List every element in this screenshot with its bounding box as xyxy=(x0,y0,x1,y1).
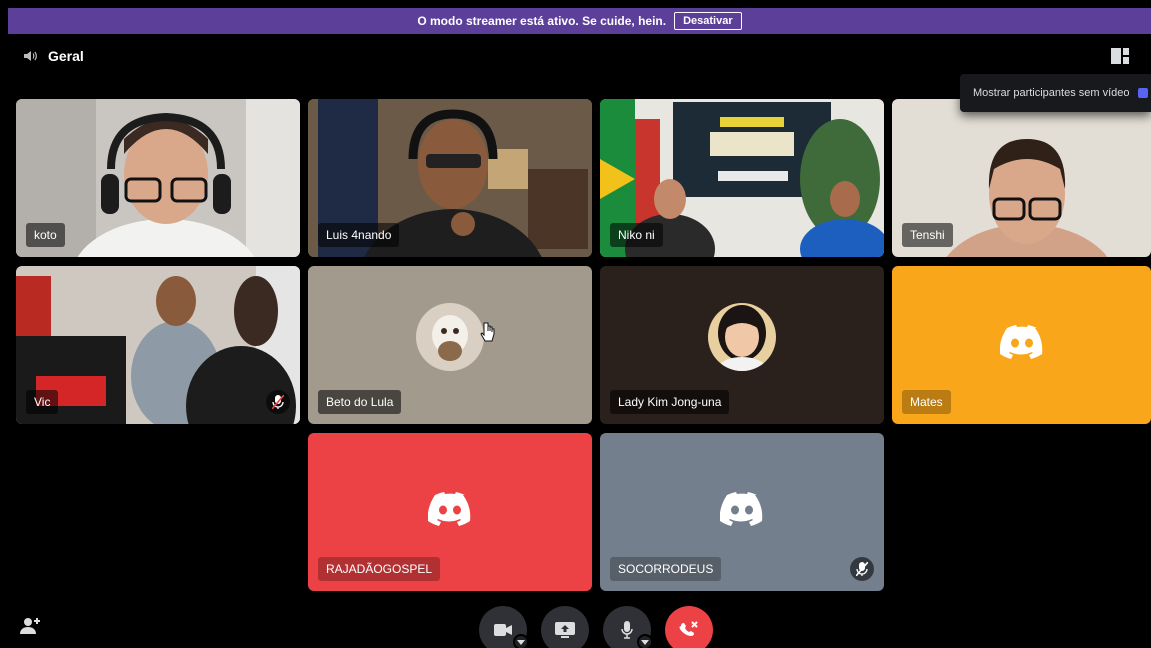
participant-tile-socorrodeus[interactable]: SOCORRODEUS xyxy=(600,433,884,591)
microphone-icon xyxy=(621,621,633,639)
muted-icon xyxy=(850,557,874,581)
deactivate-streamer-button[interactable]: Desativar xyxy=(674,12,742,30)
video-feed-vic xyxy=(16,266,300,424)
participant-name: koto xyxy=(26,223,65,247)
participant-tile-koto[interactable]: koto xyxy=(16,99,300,257)
invite-user-icon[interactable] xyxy=(20,616,42,636)
discord-logo-icon xyxy=(720,492,763,526)
tooltip-text: Mostrar participantes sem vídeo xyxy=(973,87,1130,99)
participant-name: Luis 4nando xyxy=(318,223,400,247)
camera-button[interactable] xyxy=(479,606,529,648)
participant-tile-vic[interactable]: Vic xyxy=(16,266,300,424)
screen-share-icon xyxy=(555,622,575,638)
disconnect-button[interactable] xyxy=(665,606,713,648)
participant-name: SOCORRODEUS xyxy=(610,557,722,581)
participant-tile-niko-ni[interactable]: Niko ni xyxy=(600,99,884,257)
avatar-beto xyxy=(416,303,484,371)
participant-name: RAJADÃOGOSPEL xyxy=(318,557,441,581)
muted-icon xyxy=(266,390,290,414)
participant-name: Beto do Lula xyxy=(318,390,402,414)
participant-tile-mates[interactable]: Mates xyxy=(892,266,1151,424)
participant-name: Tenshi xyxy=(902,223,953,247)
microphone-button[interactable] xyxy=(603,606,653,648)
streamer-mode-message: O modo streamer está ativo. Se cuide, he… xyxy=(417,14,667,28)
layout-toggle-icon[interactable] xyxy=(1111,48,1129,64)
discord-logo-icon xyxy=(999,325,1042,359)
screen-share-button[interactable] xyxy=(541,606,589,648)
participant-name: Mates xyxy=(902,390,951,414)
chevron-down-icon[interactable] xyxy=(637,634,653,648)
show-non-video-tooltip[interactable]: Mostrar participantes sem vídeo xyxy=(960,74,1151,112)
participant-tile-tenshi[interactable]: Tenshi xyxy=(892,99,1151,257)
checkbox-icon[interactable] xyxy=(1137,88,1148,98)
chevron-down-icon[interactable] xyxy=(513,634,529,648)
channel-header: Geral xyxy=(8,34,1151,78)
participant-tile-beto-do-lula[interactable]: Beto do Lula xyxy=(308,266,592,424)
participant-tile-lady-kim-jong-una[interactable]: Lady Kim Jong-una xyxy=(600,266,884,424)
avatar-lady-kim xyxy=(708,303,776,371)
call-controls xyxy=(0,600,1151,648)
participant-name: Lady Kim Jong-una xyxy=(610,390,730,414)
mouse-cursor-icon xyxy=(480,322,495,342)
channel-name: Geral xyxy=(48,48,84,64)
participant-tile-luis-4nando[interactable]: Luis 4nando xyxy=(308,99,592,257)
streamer-mode-banner: O modo streamer está ativo. Se cuide, he… xyxy=(8,8,1151,34)
end-call-icon xyxy=(679,621,698,636)
speaker-icon xyxy=(24,51,37,61)
participant-name: Vic xyxy=(26,390,59,414)
participant-name: Niko ni xyxy=(610,223,663,247)
participant-tile-rajadaogospel[interactable]: RAJADÃOGOSPEL xyxy=(308,433,592,591)
discord-logo-icon xyxy=(428,492,471,526)
camera-icon xyxy=(494,624,512,636)
